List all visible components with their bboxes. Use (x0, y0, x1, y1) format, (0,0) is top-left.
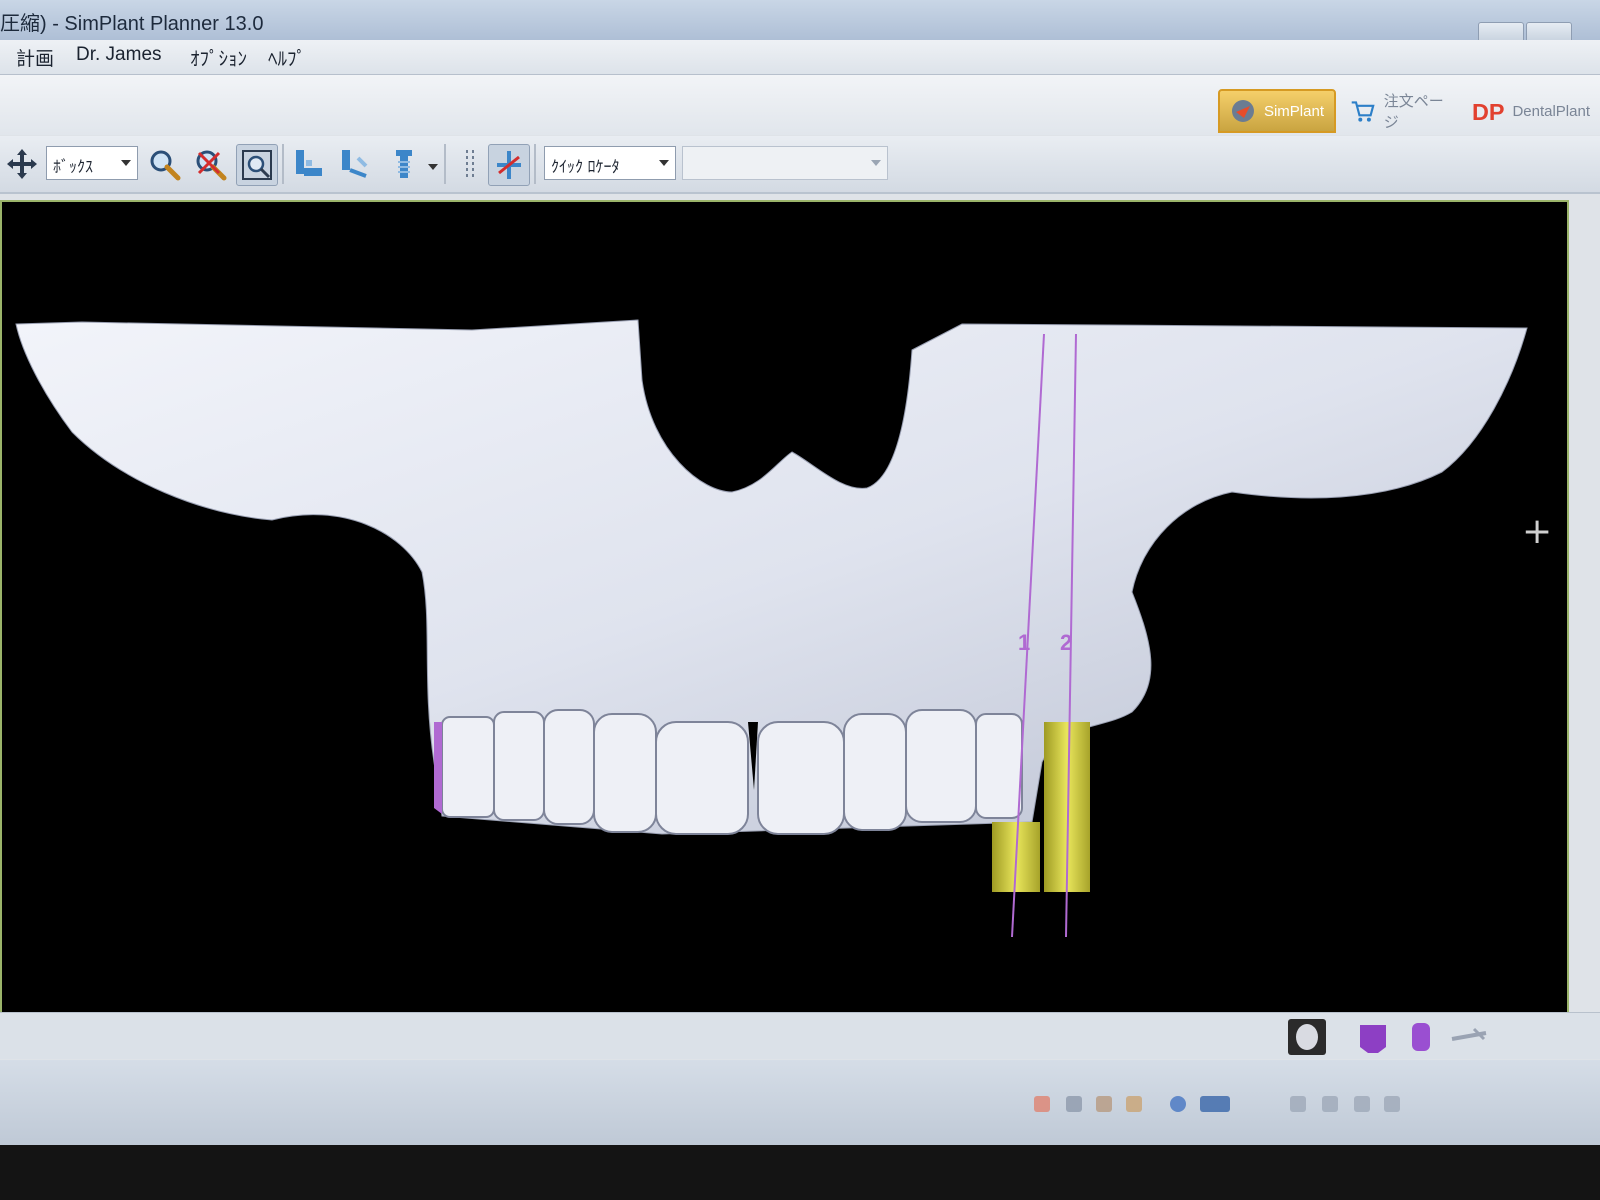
tray-icon[interactable] (1126, 1096, 1142, 1112)
pan-button[interactable] (2, 144, 42, 184)
measure-button[interactable] (450, 144, 490, 184)
tray-icon[interactable] (1322, 1096, 1338, 1112)
zoom-cancel-button[interactable] (190, 144, 230, 184)
teeth-row (441, 709, 1023, 835)
fit-view-icon (242, 150, 272, 180)
tab-simplant-label: SimPlant (1263, 102, 1324, 120)
quick-locator-value-dropdown[interactable] (682, 146, 888, 180)
taskbar (0, 1060, 1600, 1145)
fit-view-button[interactable] (236, 144, 278, 186)
implant-icon (396, 150, 412, 178)
toolbar: ﾎﾞｯｸｽ ｸｲｯｸ ﾛｹｰﾀ (0, 136, 1600, 194)
dp-logo-icon: DP (1472, 99, 1504, 125)
tab-dentalplant-label: DentalPlant (1512, 102, 1590, 120)
tab-order-page[interactable]: 注文ページ (1340, 89, 1458, 133)
implant-tool-2-button[interactable] (334, 144, 374, 184)
move-icon (7, 149, 37, 179)
chevron-down-icon (659, 160, 669, 166)
implant-tool-button[interactable] (288, 144, 328, 184)
tab-dentalplant[interactable]: DP DentalPlant (1462, 89, 1600, 133)
app-switcher-bar: SimPlant 注文ページ DP DentalPlant (0, 75, 1600, 135)
implant-library-button[interactable] (384, 144, 424, 184)
tooth-view-icon[interactable] (1354, 1019, 1392, 1055)
window-title: 圧縮) - SimPlant Planner 13.0 (0, 13, 264, 35)
simplant-logo-icon (1231, 100, 1254, 122)
svg-text:DP: DP (1472, 99, 1504, 125)
virtual-tooth-marker (434, 722, 442, 814)
selection-mode-dropdown[interactable]: ﾎﾞｯｸｽ (46, 146, 138, 180)
selection-mode-value: ﾎﾞｯｸｽ (53, 159, 94, 176)
crosshair-cursor-icon: + (1522, 511, 1553, 552)
tab-simplant[interactable]: SimPlant (1218, 89, 1336, 133)
implant-placement-icon (296, 150, 322, 176)
toolbar-separator (282, 144, 284, 184)
cart-icon (1351, 101, 1375, 122)
application-window: 圧縮) - SimPlant Planner 13.0 計画 Dr. James… (0, 0, 1600, 1145)
implant-label-1[interactable]: 1 (1018, 630, 1030, 656)
zoom-cancel-icon (196, 150, 227, 181)
title-bar: 圧縮) - SimPlant Planner 13.0 (0, 0, 1600, 44)
menu-help[interactable]: ﾍﾙﾌﾟ (268, 44, 306, 71)
network-icon[interactable] (1354, 1096, 1370, 1112)
toolbar-separator (534, 144, 536, 184)
3d-viewport[interactable]: 1 2 + (0, 200, 1569, 1014)
chevron-down-icon (121, 160, 131, 166)
quick-locator-dropdown[interactable]: ｸｲｯｸ ﾛｹｰﾀ (544, 146, 676, 180)
menu-dr-james[interactable]: Dr. James (76, 44, 162, 66)
implant-label-2[interactable]: 2 (1060, 630, 1072, 656)
quick-locator-label: ｸｲｯｸ ﾛｹｰﾀ (551, 159, 620, 176)
nerve-tool-button[interactable] (488, 144, 530, 186)
language-bar-icon[interactable] (1200, 1096, 1230, 1112)
chevron-down-icon (871, 160, 881, 166)
view-mode-strip (0, 1012, 1600, 1059)
zoom-icon (150, 150, 181, 181)
tab-order-label: 注文ページ (1383, 93, 1444, 131)
help-icon[interactable] (1170, 1096, 1186, 1112)
tray-icon[interactable] (1034, 1096, 1050, 1112)
zoom-button[interactable] (144, 144, 184, 184)
menu-plan[interactable]: 計画 (16, 44, 54, 71)
nerve-view-icon[interactable] (1402, 1019, 1440, 1055)
implant-view-icon[interactable] (1446, 1019, 1487, 1055)
toolbar-separator (444, 144, 446, 184)
nerve-tracing-icon (497, 151, 521, 179)
chevron-down-icon[interactable] (428, 164, 438, 170)
bone-view-icon[interactable] (1288, 1019, 1326, 1055)
menu-bar: 計画 Dr. James ｵﾌﾟｼｮﾝ ﾍﾙﾌﾟ (0, 40, 1600, 75)
tray-icon[interactable] (1290, 1096, 1306, 1112)
implant-adjust-icon (342, 150, 368, 178)
menu-options[interactable]: ｵﾌﾟｼｮﾝ (190, 44, 247, 71)
volume-icon[interactable] (1384, 1096, 1400, 1112)
tray-icon[interactable] (1096, 1096, 1112, 1112)
ruler-icon (466, 150, 474, 178)
ime-icon[interactable] (1066, 1096, 1082, 1112)
maxilla-3d-render (15, 319, 1528, 938)
